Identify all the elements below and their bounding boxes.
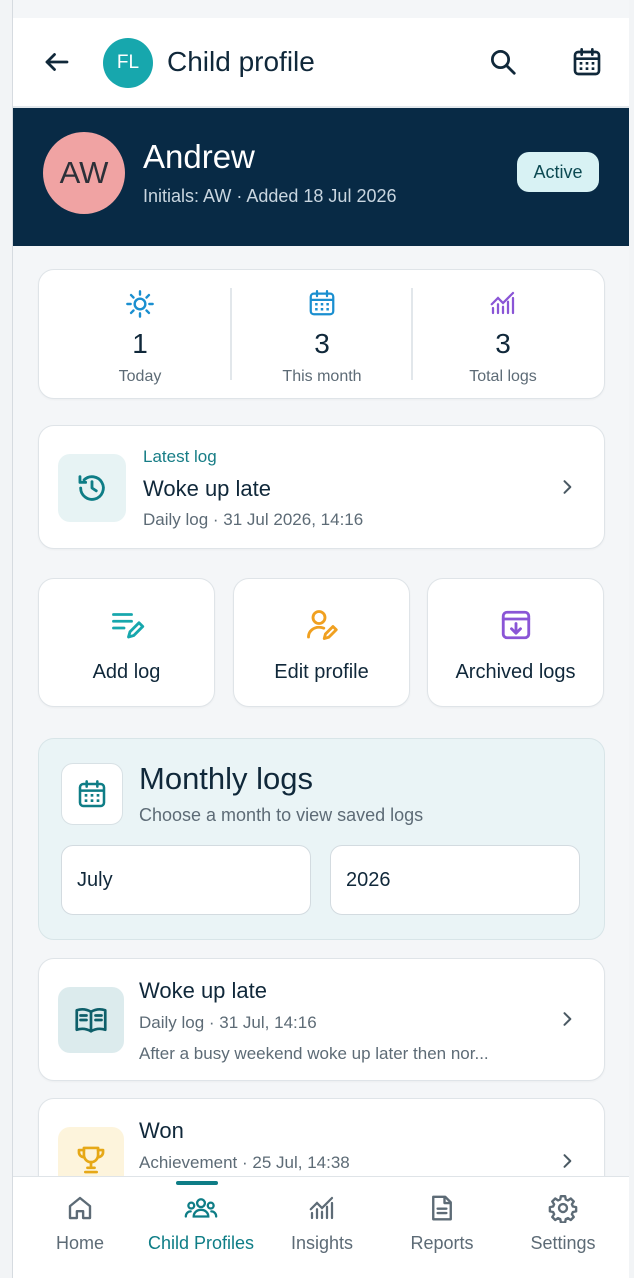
stat-label: Total logs	[469, 368, 537, 385]
insights-icon	[309, 1196, 334, 1220]
calendar-icon	[78, 780, 106, 808]
gear-icon	[548, 1194, 578, 1223]
stat-label: Today	[118, 368, 162, 385]
latest-log-kicker: Latest log	[143, 447, 217, 466]
stat-value: 3	[495, 328, 511, 359]
nav-home[interactable]: Home	[19, 1177, 141, 1278]
log-description: After a busy weekend woke up later then …	[139, 1044, 489, 1063]
nav-label: Child Profiles	[147, 1233, 255, 1253]
calendar-icon	[573, 48, 601, 76]
log-icon-box	[58, 987, 124, 1053]
monthly-subtitle: Choose a month to view saved logs	[139, 805, 424, 825]
stat-value: 3	[314, 328, 330, 359]
nav-label: Insights	[290, 1233, 354, 1253]
back-button[interactable]	[35, 40, 79, 84]
monthly-title: Monthly logs	[139, 761, 314, 796]
log-title: Woke up late	[139, 978, 268, 1003]
status-badge: Active	[517, 152, 599, 192]
stat-total-logs: 3 Total logs	[412, 270, 594, 398]
edit-profile-icon	[306, 610, 338, 640]
nav-label: Home	[55, 1233, 104, 1253]
log-meta: Achievement · 25 Jul, 14:38	[139, 1153, 350, 1172]
nav-child-profiles[interactable]: Child Profiles	[140, 1177, 262, 1278]
month-select[interactable]: July	[61, 845, 311, 915]
archive-icon	[501, 610, 530, 640]
stat-value: 1	[132, 328, 148, 359]
background-window-left	[0, 0, 13, 1278]
arrow-left-icon	[45, 53, 69, 71]
stat-this-month: 3 This month	[231, 270, 413, 398]
profile-name: Andrew	[143, 138, 255, 175]
bottom-navigation: Home Child Profiles Insights Reports Set…	[13, 1176, 629, 1278]
search-button[interactable]	[481, 40, 525, 84]
calendar-icon	[309, 290, 335, 316]
chart-icon	[490, 291, 515, 315]
action-label: Add log	[92, 661, 161, 683]
chevron-right-icon	[555, 475, 579, 499]
calendar-button[interactable]	[565, 40, 609, 84]
archived-logs-button[interactable]: Archived logs	[427, 578, 604, 707]
search-icon	[491, 50, 516, 75]
action-label: Archived logs	[455, 661, 576, 683]
user-avatar[interactable]: FL	[103, 38, 153, 88]
add-log-icon	[111, 613, 144, 639]
add-log-button[interactable]: Add log	[38, 578, 215, 707]
nav-label: Reports	[410, 1233, 474, 1253]
log-item[interactable]: Woke up late Daily log · 31 Jul, 14:16 A…	[38, 958, 605, 1081]
latest-log-card[interactable]: Latest log Woke up late Daily log · 31 J…	[38, 425, 605, 549]
sun-icon	[126, 290, 154, 318]
stats-card: 1 Today 3 This month 3 Total logs	[38, 269, 605, 399]
nav-reports[interactable]: Reports	[381, 1177, 503, 1278]
status-area	[13, 0, 629, 18]
year-select[interactable]: 2026	[330, 845, 580, 915]
log-title: Won	[139, 1118, 184, 1143]
chevron-right-icon	[555, 1149, 579, 1173]
stat-label: This month	[282, 368, 362, 385]
log-meta: Daily log · 31 Jul, 14:16	[139, 1013, 317, 1032]
chevron-right-icon	[555, 1007, 579, 1031]
trophy-icon	[77, 1146, 105, 1174]
people-icon	[184, 1198, 218, 1218]
nav-insights[interactable]: Insights	[261, 1177, 383, 1278]
page-title: Child profile	[167, 46, 315, 77]
app-screen: FL Child profile AW Andrew Initials: AW …	[13, 0, 629, 1278]
action-label: Edit profile	[274, 661, 369, 683]
profile-subtitle: Initials: AW · Added 18 Jul 2026	[143, 186, 397, 206]
monthly-logs-section: Monthly logs Choose a month to view save…	[38, 738, 605, 940]
active-indicator	[176, 1181, 218, 1185]
latest-log-title: Woke up late	[143, 476, 272, 501]
monthly-icon-box	[61, 763, 123, 825]
nav-settings[interactable]: Settings	[502, 1177, 624, 1278]
edit-profile-button[interactable]: Edit profile	[233, 578, 410, 707]
home-icon	[68, 1196, 92, 1220]
book-icon	[75, 1007, 107, 1033]
latest-log-icon-box	[58, 454, 126, 522]
profile-avatar: AW	[43, 132, 125, 214]
stat-today: 1 Today	[49, 270, 231, 398]
nav-label: Settings	[530, 1233, 596, 1253]
profile-header: AW Andrew Initials: AW · Added 18 Jul 20…	[13, 108, 629, 246]
history-icon	[78, 475, 105, 501]
app-bar: FL Child profile	[13, 18, 629, 108]
report-icon	[432, 1195, 452, 1221]
latest-log-meta: Daily log · 31 Jul 2026, 14:16	[143, 510, 364, 529]
